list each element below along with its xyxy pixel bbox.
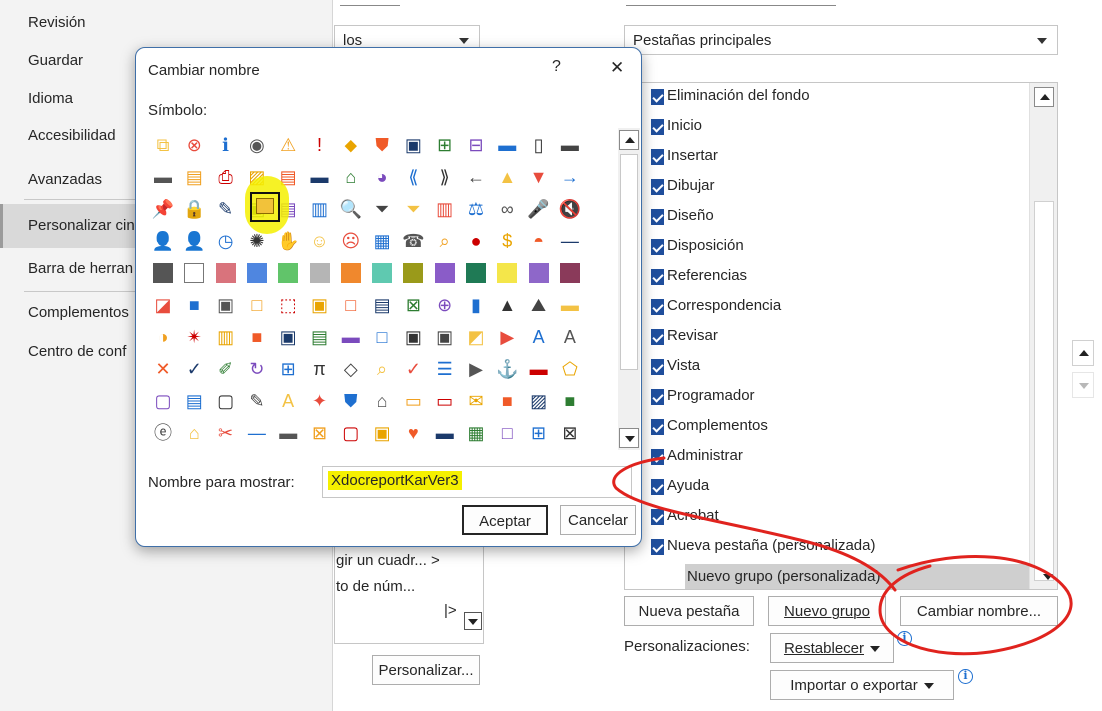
- ink-circle: [878, 555, 1073, 656]
- ink-arrow-line: [612, 456, 897, 592]
- red-ink-annotation: [612, 456, 1073, 656]
